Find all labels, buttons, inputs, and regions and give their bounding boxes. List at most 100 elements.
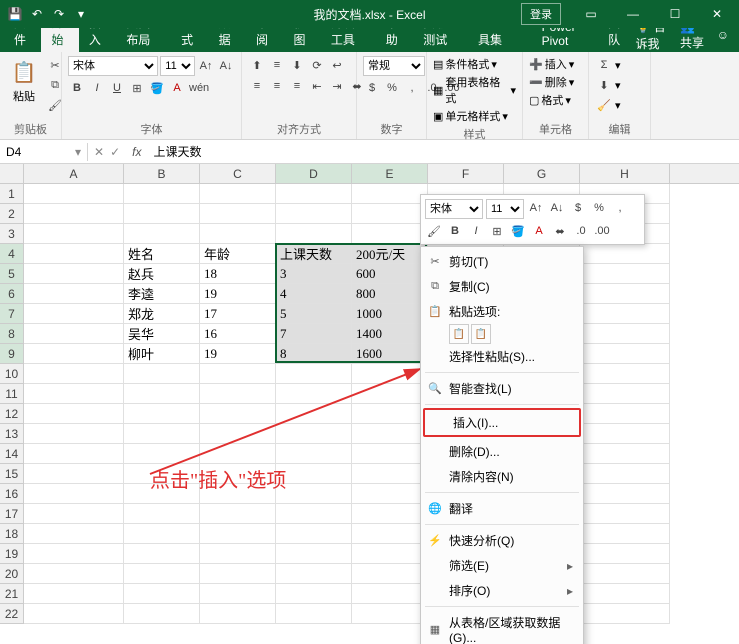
fill-icon[interactable]: ⬇: [595, 76, 613, 94]
mini-italic-icon[interactable]: I: [467, 222, 485, 240]
cell-H15[interactable]: [580, 464, 670, 484]
cell-D6[interactable]: 4: [276, 284, 352, 304]
cell-E7[interactable]: 1000: [352, 304, 428, 324]
cell-B2[interactable]: [124, 204, 200, 224]
ctx-copy[interactable]: ⧉复制(C): [421, 274, 583, 299]
row-header-13[interactable]: 13: [0, 424, 24, 444]
cell-styles-button[interactable]: ▣单元格样式▾: [433, 108, 516, 124]
cell-A20[interactable]: [24, 564, 124, 584]
cell-B10[interactable]: [124, 364, 200, 384]
cell-B22[interactable]: [124, 604, 200, 624]
col-header-H[interactable]: H: [580, 164, 670, 183]
row-header-9[interactable]: 9: [0, 344, 24, 364]
cell-B4[interactable]: 姓名: [124, 244, 200, 264]
cell-B13[interactable]: [124, 424, 200, 444]
cell-D12[interactable]: [276, 404, 352, 424]
mini-size-select[interactable]: 11: [486, 199, 524, 219]
cell-D19[interactable]: [276, 544, 352, 564]
wrap-text-icon[interactable]: ↩: [328, 56, 346, 74]
comma-icon[interactable]: ,: [403, 79, 421, 97]
cell-B9[interactable]: 柳叶: [124, 344, 200, 364]
cell-C17[interactable]: [200, 504, 276, 524]
cell-C10[interactable]: [200, 364, 276, 384]
format-as-table-button[interactable]: ▦套用表格格式▾: [433, 74, 516, 106]
align-bottom-icon[interactable]: ⬇: [288, 56, 306, 74]
cell-B8[interactable]: 吴华: [124, 324, 200, 344]
login-button[interactable]: 登录: [521, 3, 561, 25]
formula-input[interactable]: 上课天数: [147, 141, 739, 162]
font-color-icon[interactable]: A: [168, 79, 186, 97]
fx-icon[interactable]: fx: [126, 145, 147, 159]
cell-D3[interactable]: [276, 224, 352, 244]
cell-D21[interactable]: [276, 584, 352, 604]
row-header-5[interactable]: 5: [0, 264, 24, 284]
cell-C5[interactable]: 18: [200, 264, 276, 284]
row-header-12[interactable]: 12: [0, 404, 24, 424]
cell-B18[interactable]: [124, 524, 200, 544]
cell-D8[interactable]: 7: [276, 324, 352, 344]
cell-E16[interactable]: [352, 484, 428, 504]
cell-C11[interactable]: [200, 384, 276, 404]
cell-H10[interactable]: [580, 364, 670, 384]
cell-E13[interactable]: [352, 424, 428, 444]
cell-D20[interactable]: [276, 564, 352, 584]
cell-C8[interactable]: 16: [200, 324, 276, 344]
cell-E1[interactable]: [352, 184, 428, 204]
cell-C7[interactable]: 17: [200, 304, 276, 324]
undo-icon[interactable]: ↶: [28, 5, 46, 23]
currency-icon[interactable]: $: [363, 79, 381, 97]
cell-A15[interactable]: [24, 464, 124, 484]
insert-cells-button[interactable]: ➕插入▾: [529, 56, 582, 72]
cell-C18[interactable]: [200, 524, 276, 544]
cell-E6[interactable]: 800: [352, 284, 428, 304]
row-header-4[interactable]: 4: [0, 244, 24, 264]
indent-dec-icon[interactable]: ⇤: [308, 77, 326, 95]
cell-E15[interactable]: [352, 464, 428, 484]
cell-B6[interactable]: 李逵: [124, 284, 200, 304]
paste-button[interactable]: 📋 粘贴: [6, 56, 42, 106]
phonetic-icon[interactable]: wén: [188, 79, 210, 97]
cell-C21[interactable]: [200, 584, 276, 604]
cell-E11[interactable]: [352, 384, 428, 404]
align-right-icon[interactable]: ≡: [288, 77, 306, 95]
cell-B17[interactable]: [124, 504, 200, 524]
cell-H5[interactable]: [580, 264, 670, 284]
cell-H8[interactable]: [580, 324, 670, 344]
row-header-10[interactable]: 10: [0, 364, 24, 384]
cell-E9[interactable]: 1600: [352, 344, 428, 364]
cell-H9[interactable]: [580, 344, 670, 364]
cell-A3[interactable]: [24, 224, 124, 244]
save-icon[interactable]: 💾: [6, 5, 24, 23]
cell-H7[interactable]: [580, 304, 670, 324]
cell-A11[interactable]: [24, 384, 124, 404]
cell-C13[interactable]: [200, 424, 276, 444]
ctx-quick-analysis[interactable]: ⚡快速分析(Q): [421, 528, 583, 553]
cell-H19[interactable]: [580, 544, 670, 564]
cell-D22[interactable]: [276, 604, 352, 624]
cell-A21[interactable]: [24, 584, 124, 604]
autosum-icon[interactable]: Σ: [595, 56, 613, 74]
mini-font-select[interactable]: 宋体: [425, 199, 483, 219]
mini-border-icon[interactable]: ⊞: [488, 222, 506, 240]
cell-B21[interactable]: [124, 584, 200, 604]
row-header-18[interactable]: 18: [0, 524, 24, 544]
cell-D7[interactable]: 5: [276, 304, 352, 324]
row-header-21[interactable]: 21: [0, 584, 24, 604]
cell-H21[interactable]: [580, 584, 670, 604]
cell-C6[interactable]: 19: [200, 284, 276, 304]
smiley-icon[interactable]: ☺: [717, 28, 729, 42]
cell-D14[interactable]: [276, 444, 352, 464]
cell-A10[interactable]: [24, 364, 124, 384]
cell-D2[interactable]: [276, 204, 352, 224]
cell-D13[interactable]: [276, 424, 352, 444]
minimize-icon[interactable]: —: [613, 0, 653, 28]
mini-fill-icon[interactable]: 🪣: [509, 222, 527, 240]
orientation-icon[interactable]: ⟳: [308, 56, 326, 74]
ctx-insert[interactable]: 插入(I)...: [423, 408, 581, 437]
row-header-15[interactable]: 15: [0, 464, 24, 484]
col-header-C[interactable]: C: [200, 164, 276, 183]
paste-option-2[interactable]: 📋: [471, 324, 491, 344]
cell-C20[interactable]: [200, 564, 276, 584]
mini-shrink-font-icon[interactable]: A↓: [548, 199, 566, 217]
cell-B5[interactable]: 赵兵: [124, 264, 200, 284]
